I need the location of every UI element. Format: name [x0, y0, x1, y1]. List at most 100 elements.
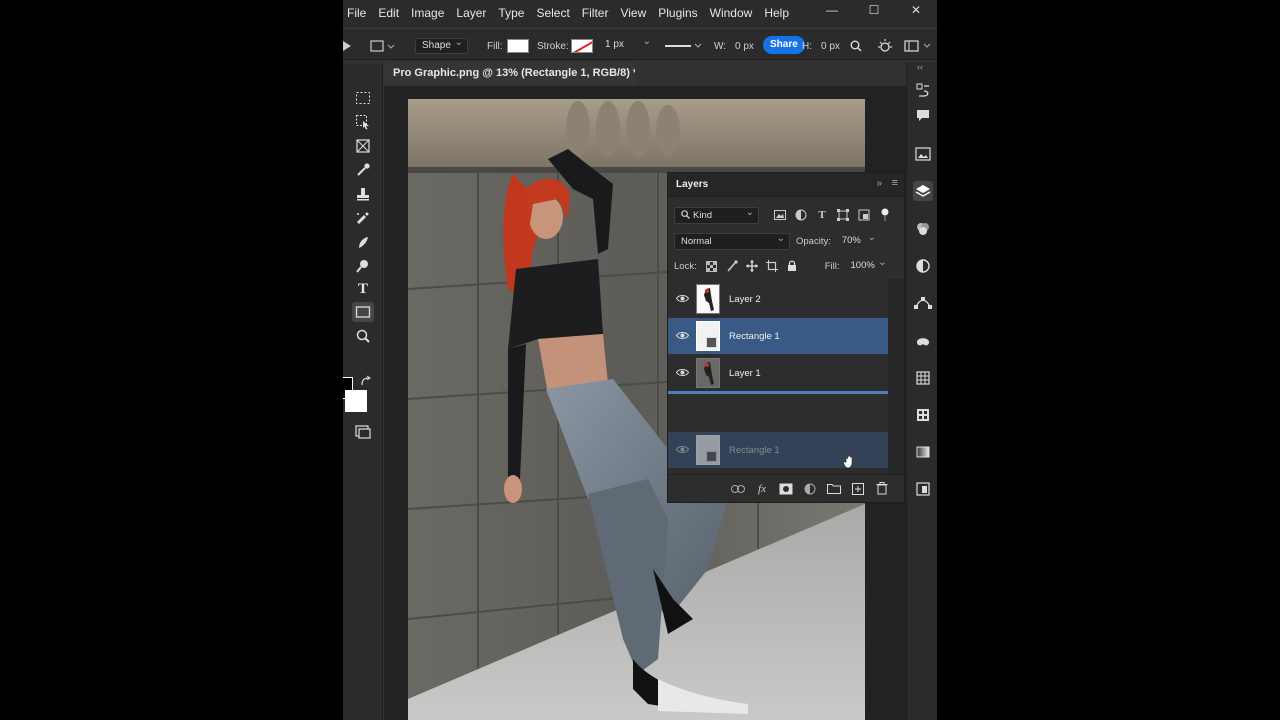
type-tool-icon[interactable]: T [352, 279, 374, 299]
smart-object-filter-icon[interactable] [857, 208, 871, 222]
grab-hand-cursor-icon [843, 455, 857, 472]
layers-panel: Layers » ≡ Kind T [667, 172, 906, 503]
layers-panel-footer: fx [668, 474, 906, 502]
rectangle-preset-icon[interactable] [370, 38, 396, 54]
fill-swatch[interactable] [507, 39, 529, 53]
document-tab[interactable]: Pro Graphic.png @ 13% (Rectangle 1, RGB/… [385, 62, 635, 85]
height-field[interactable]: 0 px [821, 38, 840, 54]
tool-preset-icon[interactable] [343, 38, 351, 54]
layers-panel-icon[interactable] [913, 181, 933, 201]
lock-position-icon[interactable] [745, 259, 759, 273]
menu-filter[interactable]: Filter [576, 0, 615, 27]
menu-select[interactable]: Select [530, 0, 575, 27]
share-button[interactable]: Share [763, 36, 805, 54]
minimize-button[interactable]: — [811, 0, 853, 20]
menu-image[interactable]: Image [405, 0, 450, 27]
delete-layer-trash-icon[interactable] [874, 481, 890, 497]
close-button[interactable]: ✕ [895, 0, 937, 20]
stroke-type-dropdown[interactable] [663, 38, 703, 54]
properties-icon[interactable] [913, 479, 933, 499]
layer-name: Layer 2 [729, 293, 761, 305]
blend-row: Normal Opacity: 70% [674, 230, 880, 250]
paths-icon[interactable] [913, 293, 933, 313]
adjustment-filter-icon[interactable] [794, 208, 808, 222]
lock-all-icon[interactable] [785, 259, 799, 273]
menu-type[interactable]: Type [492, 0, 530, 27]
new-adjustment-layer-icon[interactable] [802, 481, 818, 497]
dodge-tool-icon[interactable] [352, 256, 374, 276]
search-icon[interactable] [850, 38, 862, 54]
menu-edit[interactable]: Edit [372, 0, 405, 27]
swatches-icon[interactable] [913, 331, 933, 351]
menu-window[interactable]: Window [704, 0, 759, 27]
menu-plugins[interactable]: Plugins [652, 0, 703, 27]
visibility-eye-icon[interactable] [668, 292, 696, 306]
channels-icon[interactable] [913, 219, 933, 239]
stroke-width-dropdown[interactable]: 1 px [599, 35, 655, 54]
shape-filter-icon[interactable] [836, 208, 850, 222]
new-group-folder-icon[interactable] [826, 481, 842, 497]
menu-bar: File Edit Image Layer Type Select Filter… [343, 0, 937, 27]
quick-mask-icon[interactable] [352, 422, 374, 442]
visibility-eye-icon [668, 443, 696, 457]
fx-icon[interactable]: fx [754, 481, 770, 497]
smudge-tool-icon[interactable] [352, 232, 374, 252]
add-mask-icon[interactable] [778, 481, 794, 497]
width-field[interactable]: 0 px [735, 38, 754, 54]
height-label: H: [802, 40, 812, 52]
swap-colors-icon[interactable] [359, 375, 373, 389]
grid-table-icon[interactable] [913, 368, 933, 388]
layers-panel-header: Layers » ≡ [668, 173, 904, 197]
stroke-label: Stroke: [537, 40, 569, 52]
opacity-field[interactable]: 70% [836, 230, 880, 250]
panel-menu-icon[interactable]: ≡ [892, 177, 898, 189]
menu-file[interactable]: File [343, 0, 372, 27]
visibility-eye-icon[interactable] [668, 329, 696, 343]
shape-mode-dropdown[interactable]: Shape [415, 36, 468, 54]
pixel-filter-icon[interactable] [773, 208, 787, 222]
discover-lightbulb-icon[interactable] [877, 38, 893, 54]
collapse-panel-icon[interactable]: » [876, 178, 882, 189]
workspace-icon[interactable] [904, 38, 932, 54]
filter-kind-dropdown[interactable]: Kind [674, 205, 760, 224]
link-layers-icon[interactable] [730, 481, 746, 497]
libraries-icon[interactable] [913, 144, 933, 164]
menu-help[interactable]: Help [758, 0, 795, 27]
marquee-tool-icon[interactable] [352, 88, 374, 108]
eyedropper-tool-icon[interactable] [352, 160, 374, 180]
collapse-dock-icon[interactable]: ‹‹ [917, 62, 923, 72]
object-selection-tool-icon[interactable] [352, 112, 374, 132]
lock-artboard-icon[interactable] [765, 259, 779, 273]
menu-layer[interactable]: Layer [450, 0, 492, 27]
filter-kind-label: Kind [693, 209, 713, 221]
layer-row-layer-1[interactable]: Layer 1 [668, 355, 888, 391]
layer-row-rectangle-1[interactable]: Rectangle 1 [668, 318, 888, 354]
layers-scrollbar[interactable] [888, 279, 904, 474]
clone-stamp-tool-icon[interactable] [352, 184, 374, 204]
history-icon[interactable] [913, 80, 933, 100]
background-color-swatch[interactable] [345, 390, 367, 412]
zoom-tool-icon[interactable] [352, 326, 374, 346]
stroke-swatch[interactable] [571, 39, 593, 53]
spot-healing-tool-icon[interactable] [352, 208, 374, 228]
visibility-eye-icon[interactable] [668, 366, 696, 380]
tools-panel: T [343, 64, 383, 720]
maximize-button[interactable]: ☐ [853, 0, 895, 20]
lock-transparency-icon[interactable] [705, 259, 719, 273]
blend-mode-dropdown[interactable]: Normal [674, 231, 790, 250]
new-layer-icon[interactable] [850, 481, 866, 497]
lock-pixels-icon[interactable] [725, 259, 739, 273]
type-filter-icon[interactable]: T [815, 208, 829, 222]
menu-view[interactable]: View [614, 0, 652, 27]
comments-icon[interactable] [913, 106, 933, 126]
fill-field[interactable]: 100% [845, 255, 891, 275]
rectangle-tool-icon[interactable] [352, 302, 374, 322]
layer-row-layer-2[interactable]: Layer 2 [668, 281, 888, 317]
gradients-icon[interactable] [913, 442, 933, 462]
patterns-icon[interactable] [913, 405, 933, 425]
filter-toggle-icon[interactable] [878, 208, 892, 222]
right-panel-dock: ‹‹ [906, 62, 937, 720]
frame-tool-icon[interactable] [352, 136, 374, 156]
layers-panel-title: Layers [676, 179, 709, 190]
adjustments-icon[interactable] [913, 256, 933, 276]
